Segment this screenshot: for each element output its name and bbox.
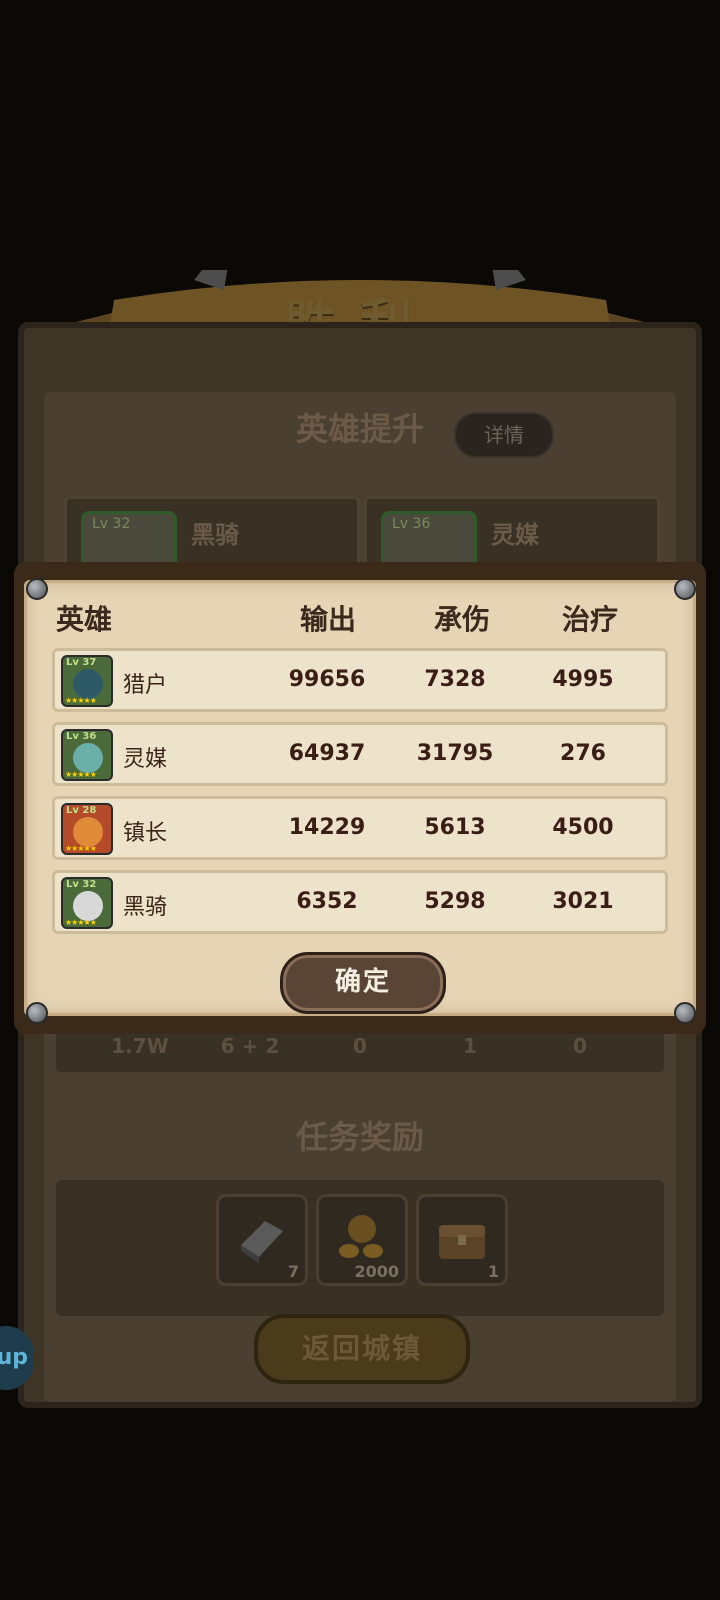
reward-item[interactable]: 7	[216, 1194, 308, 1286]
star-rating-icon: ★★★★★	[65, 770, 97, 779]
task-reward-heading: 任务奖励	[295, 1118, 424, 1156]
gold-coins-icon	[339, 1215, 383, 1258]
bolt-icon	[674, 1002, 696, 1024]
column-header-healing: 治疗	[562, 603, 619, 636]
damage-value: 14229	[288, 815, 366, 840]
reward-item[interactable]: 2000	[316, 1194, 408, 1286]
hero-name: 灵媒	[491, 521, 539, 549]
damage-value: 64937	[288, 741, 366, 766]
hero-level: Lv 32	[92, 516, 131, 532]
healing-value: 3021	[552, 889, 614, 914]
reward-count: 2000	[354, 1262, 399, 1281]
hero-face-icon	[73, 817, 103, 847]
details-button[interactable]: 详情	[454, 412, 554, 458]
treasure-chest-icon	[439, 1225, 485, 1259]
column-header-damage-taken: 承伤	[434, 603, 491, 636]
hero-portrait: Lv 32 ★★★★★	[61, 877, 113, 929]
reward-item[interactable]: 1	[416, 1194, 508, 1286]
hero-name: 猎户	[123, 673, 168, 698]
damage-taken-value: 7328	[424, 667, 486, 692]
bolt-icon	[26, 1002, 48, 1024]
hero-portrait: Lv 37 ★★★★★	[61, 655, 113, 707]
star-rating-icon: ★★★★★	[65, 918, 97, 927]
return-to-town-button[interactable]: 返回城镇	[254, 1314, 470, 1384]
hero-portrait: Lv 28 ★★★★★	[61, 803, 113, 855]
hero-name: 黑骑	[123, 895, 168, 920]
column-header-hero: 英雄	[56, 603, 113, 636]
hero-level: Lv 36	[392, 516, 431, 532]
hero-name: 黑骑	[191, 521, 239, 549]
hero-stats-row: Lv 36 ★★★★★ 灵媒 64937 31795 276	[52, 722, 668, 786]
hero-stats-row: Lv 32 ★★★★★ 黑骑 6352 5298 3021	[52, 870, 668, 934]
hero-stats-row: Lv 28 ★★★★★ 镇长 14229 5613 4500	[52, 796, 668, 860]
bolt-icon	[674, 578, 696, 600]
damage-taken-value: 31795	[416, 741, 494, 766]
hero-level: Lv 37	[66, 657, 97, 668]
star-rating-icon: ★★★★★	[65, 696, 97, 705]
column-header-damage: 输出	[300, 603, 357, 636]
reward-count: 1	[487, 1262, 499, 1281]
hero-face-icon	[73, 891, 103, 921]
healing-value: 276	[560, 741, 606, 766]
damage-taken-value: 5298	[424, 889, 486, 914]
hero-portrait: Lv 36 ★★★★★	[61, 729, 113, 781]
damage-value: 6352	[296, 889, 358, 914]
reward-count: 7	[287, 1262, 299, 1281]
hero-upgrade-heading: 英雄提升	[295, 410, 424, 448]
healing-value: 4500	[552, 815, 614, 840]
stat-value: 0	[353, 1034, 367, 1058]
confirm-button[interactable]: 确定	[280, 952, 446, 1014]
hero-face-icon	[73, 743, 103, 773]
damage-taken-value: 5613	[424, 815, 486, 840]
hero-name: 灵媒	[123, 747, 168, 772]
iron-ingot-icon	[241, 1221, 283, 1263]
healing-value: 4995	[552, 667, 614, 692]
bolt-icon	[26, 578, 48, 600]
hero-stats-row: Lv 37 ★★★★★ 猎户 99656 7328 4995	[52, 648, 668, 712]
stat-value: 6 + 2	[220, 1034, 280, 1058]
hero-level: Lv 28	[66, 805, 97, 816]
stat-value: 0	[573, 1034, 587, 1058]
star-rating-icon: ★★★★★	[65, 844, 97, 853]
hero-level: Lv 32	[66, 879, 97, 890]
stat-value: 1	[463, 1034, 477, 1058]
stat-value: 1.7W	[111, 1034, 169, 1058]
hero-level: Lv 36	[66, 731, 97, 742]
hero-face-icon	[73, 669, 103, 699]
damage-value: 99656	[288, 667, 366, 692]
hero-name: 镇长	[123, 821, 168, 846]
